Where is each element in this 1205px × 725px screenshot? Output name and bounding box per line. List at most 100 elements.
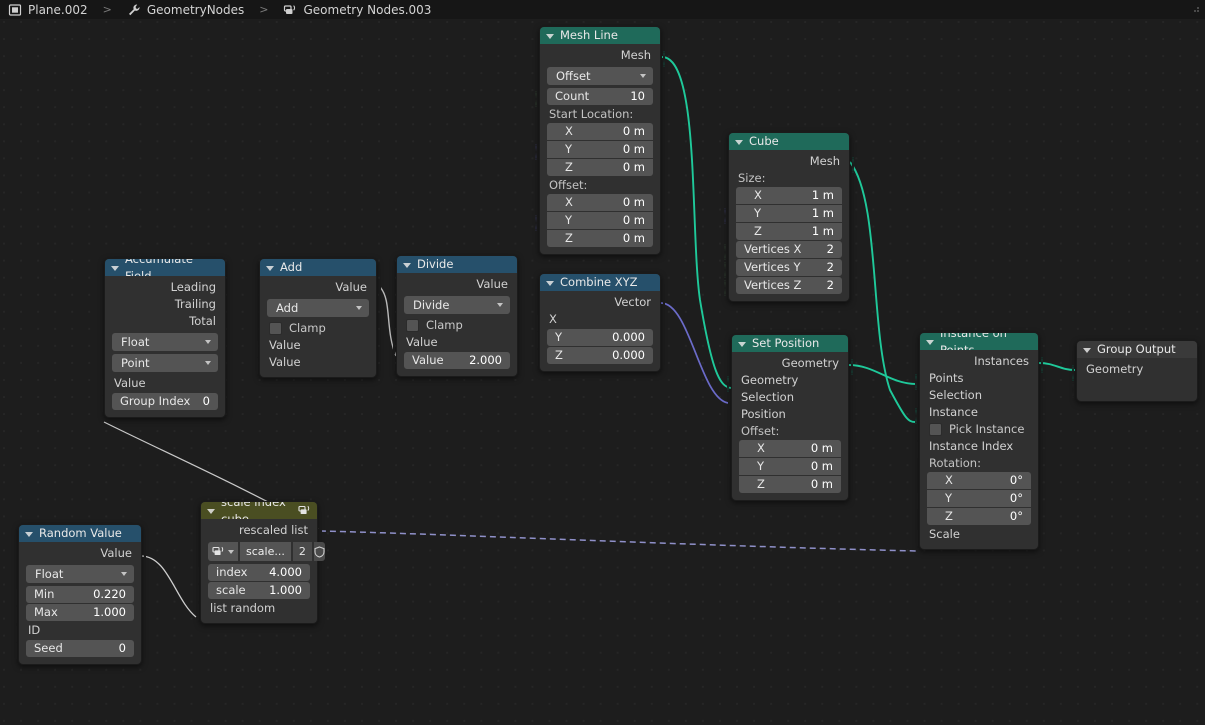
node-header-instance-on-points[interactable]: Instance on Points [920, 333, 1038, 350]
node-group-output[interactable]: Group Output Geometry [1072, 340, 1198, 402]
vertices-y-field[interactable]: Vertices Y 2 [736, 259, 842, 276]
socket-pick-instance-input[interactable] [915, 424, 924, 440]
socket-scale-input[interactable] [196, 585, 205, 601]
node-random-value[interactable]: Random Value Value Float Min 0.220 Max 1… [14, 524, 146, 665]
socket-seed-input[interactable] [14, 643, 23, 659]
socket-value-input-1[interactable] [392, 338, 401, 354]
fake-user-shield-icon[interactable] [313, 542, 325, 561]
node-cube[interactable]: Cube Mesh Size: X 1 m Y 1 m Z 1 m Vertic… [724, 132, 854, 302]
socket-position-input[interactable] [727, 410, 736, 426]
socket-instance-input[interactable] [915, 408, 924, 424]
node-header-cube[interactable]: Cube [729, 133, 849, 150]
socket-count-input[interactable] [535, 91, 544, 107]
collapse-triangle-icon[interactable] [926, 339, 934, 345]
node-header-set-position[interactable]: Set Position [732, 335, 848, 352]
socket-x-input[interactable] [535, 315, 544, 331]
node-header-combine-xyz[interactable]: Combine XYZ [540, 274, 660, 291]
editor-corner-widget[interactable] [1190, 4, 1202, 16]
socket-value-output[interactable] [372, 283, 381, 299]
socket-rescaled-list-output[interactable] [313, 526, 322, 542]
operation-dropdown[interactable]: Divide [404, 296, 510, 314]
socket-start-location-input[interactable] [535, 144, 544, 160]
socket-selection-input[interactable] [915, 391, 924, 407]
domain-dropdown[interactable]: Point [112, 354, 218, 372]
checkbox-icon[interactable] [406, 319, 419, 332]
node-header-scale-index-cube[interactable]: scale index cube [201, 502, 317, 519]
socket-selection-input[interactable] [727, 393, 736, 409]
socket-id-input[interactable] [14, 626, 23, 642]
collapse-triangle-icon[interactable] [738, 341, 746, 347]
pick-instance-checkbox-row[interactable]: Pick Instance [920, 421, 1038, 438]
socket-vector-output[interactable] [656, 298, 665, 314]
min-field[interactable]: Min 0.220 [26, 586, 134, 603]
node-header-random-value[interactable]: Random Value [19, 525, 141, 542]
max-field[interactable]: Max 1.000 [26, 604, 134, 621]
node-combine-xyz[interactable]: Combine XYZ Vector X Y 0.000 Z 0.000 [535, 273, 665, 372]
offset-y-field[interactable]: Y 0 m [547, 212, 653, 229]
socket-vertices-x-input[interactable] [724, 244, 733, 260]
breadcrumb-item-modifier[interactable]: GeometryNodes [147, 3, 244, 17]
offset-z-field[interactable]: Z 0 m [547, 230, 653, 247]
socket-y-input[interactable] [535, 332, 544, 348]
size-x-field[interactable]: X 1 m [736, 187, 842, 204]
breadcrumb-item-nodetree[interactable]: Geometry Nodes.003 [303, 3, 431, 17]
socket-value-input-1[interactable] [255, 341, 264, 357]
socket-mesh-output[interactable] [845, 157, 854, 173]
browse-node-group-button[interactable] [208, 542, 238, 561]
socket-mesh-output[interactable] [656, 51, 665, 67]
socket-total-output[interactable] [221, 317, 230, 333]
seed-field[interactable]: Seed 0 [26, 640, 134, 657]
collapse-triangle-icon[interactable] [207, 508, 215, 514]
offset-z-field[interactable]: Z 0 m [739, 476, 841, 493]
collapse-triangle-icon[interactable] [1083, 347, 1091, 353]
socket-geometry-input[interactable] [1072, 365, 1081, 381]
clamp-checkbox-row[interactable]: Clamp [397, 317, 517, 334]
socket-z-input[interactable] [535, 350, 544, 366]
checkbox-icon[interactable] [269, 322, 282, 335]
collapse-triangle-icon[interactable] [25, 531, 33, 537]
node-mesh-line[interactable]: Mesh Line Mesh Offset Count 10 Start Loc… [535, 26, 665, 255]
index-field[interactable]: index 4.000 [208, 564, 310, 581]
node-group-selector-row[interactable]: scale... 2 [208, 542, 325, 561]
socket-value-input-2[interactable] [392, 355, 401, 371]
socket-geometry-input[interactable] [727, 376, 736, 392]
clamp-checkbox-row[interactable]: Clamp [260, 320, 376, 337]
socket-leading-output[interactable] [221, 283, 230, 299]
node-set-position[interactable]: Set Position Geometry Geometry Selection… [727, 334, 853, 501]
socket-scale-input[interactable] [915, 530, 924, 546]
node-header-add[interactable]: Add [260, 259, 376, 276]
socket-rotation-input[interactable] [915, 493, 924, 509]
data-type-dropdown[interactable]: Float [112, 333, 218, 351]
offset-x-field[interactable]: X 0 m [547, 194, 653, 211]
collapse-triangle-icon[interactable] [735, 139, 743, 145]
socket-min-input[interactable] [14, 589, 23, 605]
collapse-triangle-icon[interactable] [266, 265, 274, 271]
socket-value-input[interactable] [100, 379, 109, 395]
scale-field[interactable]: scale 1.000 [208, 582, 310, 599]
socket-offset-input[interactable] [535, 215, 544, 231]
node-header-divide[interactable]: Divide [397, 256, 517, 273]
node-scale-index-cube[interactable]: scale index cube rescaled list [196, 501, 325, 624]
rotation-x-field[interactable]: X 0° [927, 472, 1031, 489]
socket-vertices-z-input[interactable] [724, 280, 733, 296]
offset-y-field[interactable]: Y 0 m [739, 458, 841, 475]
start-location-y-field[interactable]: Y 0 m [547, 141, 653, 158]
mode-dropdown[interactable]: Offset [547, 67, 653, 85]
rotation-y-field[interactable]: Y 0° [927, 490, 1031, 507]
collapse-triangle-icon[interactable] [111, 265, 119, 271]
breadcrumb-item-object[interactable]: Plane.002 [28, 3, 88, 17]
count-field[interactable]: Count 10 [547, 88, 653, 105]
checkbox-icon[interactable] [929, 423, 942, 436]
node-add[interactable]: Add Value Add Clamp Value Value [255, 258, 381, 378]
z-field[interactable]: Z 0.000 [547, 347, 653, 364]
collapse-triangle-icon[interactable] [403, 262, 411, 268]
collapse-triangle-icon[interactable] [546, 280, 554, 286]
socket-size-input[interactable] [724, 208, 733, 224]
start-location-z-field[interactable]: Z 0 m [547, 159, 653, 176]
start-location-x-field[interactable]: X 0 m [547, 123, 653, 140]
node-instance-on-points[interactable]: Instance on Points Instances Points Sele… [915, 332, 1043, 550]
socket-value-input-2[interactable] [255, 358, 264, 374]
socket-vertices-y-input[interactable] [724, 262, 733, 278]
group-index-field[interactable]: Group Index 0 [112, 393, 218, 410]
offset-x-field[interactable]: X 0 m [739, 440, 841, 457]
